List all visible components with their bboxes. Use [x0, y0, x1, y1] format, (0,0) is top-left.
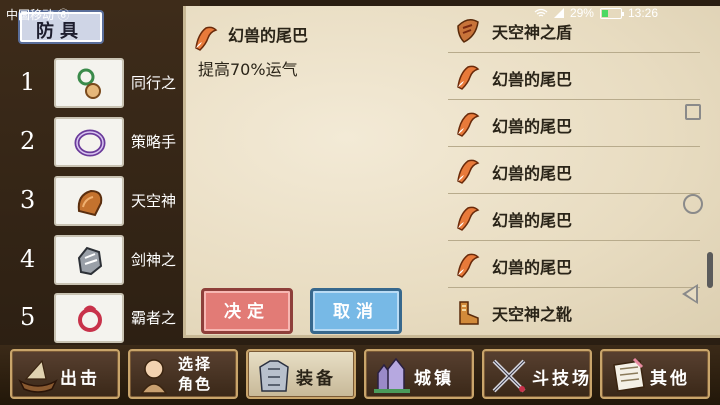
list-item-label: 幻兽的尾巴 [492, 211, 573, 230]
bracelet-icon [74, 129, 106, 157]
recent-apps-icon[interactable] [685, 104, 701, 120]
fox-tail-icon [195, 26, 218, 51]
armor-slot-5[interactable]: 5 霸者之 [0, 291, 200, 345]
slot-item-name: 策略手 [131, 133, 177, 151]
ship-icon [18, 359, 58, 393]
armor-slot-4[interactable]: 4 剑神之 [0, 233, 200, 287]
town-button[interactable]: 城镇 [364, 349, 474, 399]
list-item[interactable]: 天空神之靴 [448, 288, 700, 335]
item-selection-dialog: 幻兽的尾巴 提高70%运气 决定 取消 天空神之盾 幻兽的尾巴 幻兽的尾巴 幻兽… [183, 6, 720, 338]
select-character-button[interactable]: 选择 角色 [128, 349, 238, 399]
list-scrollbar[interactable] [707, 252, 713, 288]
system-nav-bar [668, 26, 720, 346]
signal-icon [553, 8, 564, 18]
list-item-label: 幻兽的尾巴 [492, 164, 573, 183]
status-indicators: 29% 13:26 [534, 6, 658, 20]
list-item[interactable]: 幻兽的尾巴 [448, 147, 700, 194]
list-item[interactable]: 幻兽的尾巴 [448, 100, 700, 147]
crossed-swords-icon [492, 359, 526, 393]
castle-icon [374, 357, 410, 393]
other-button[interactable]: 其他 [600, 349, 710, 399]
menu-label: 装备 [296, 369, 336, 389]
back-icon[interactable] [682, 284, 698, 304]
menu-label: 斗技场 [532, 369, 592, 389]
menu-label: 选择 角色 [178, 355, 213, 393]
amulet-icon [77, 68, 101, 99]
battery-percent: 29% [569, 6, 594, 20]
carrier-label: 中国移动 ⑥ [6, 8, 70, 22]
clock: 13:26 [627, 6, 658, 20]
slot-icon-box [54, 176, 124, 226]
slot-number: 5 [20, 303, 36, 331]
cancel-button[interactable]: 取消 [310, 288, 402, 334]
ring-icon [78, 305, 102, 332]
slot-item-name: 剑神之 [131, 251, 177, 269]
list-item-label: 幻兽的尾巴 [492, 117, 573, 136]
slot-number: 3 [20, 186, 36, 214]
gauntlet-icon [77, 246, 103, 276]
battery-icon [599, 7, 624, 19]
slot-icon-box [54, 293, 124, 343]
armor-slot-1[interactable]: 1 同行之 [0, 56, 200, 110]
home-icon[interactable] [683, 194, 703, 214]
list-item[interactable]: 幻兽的尾巴 [448, 53, 700, 100]
fox-tail-icon [457, 253, 480, 278]
slot-number: 4 [20, 245, 36, 273]
menu-label: 城镇 [414, 369, 454, 389]
slot-item-name: 同行之 [131, 74, 177, 92]
scroll-icon [613, 357, 645, 392]
slot-icon-box [54, 235, 124, 285]
list-item-label: 幻兽的尾巴 [492, 258, 573, 277]
slot-icon-box [54, 58, 124, 108]
bottom-menu: 出击 选择 角色 装备 城镇 斗技场 其他 [0, 345, 720, 405]
status-bar: 中国移动 ⑥ 29% 13:26 [0, 0, 720, 26]
equipment-button[interactable]: 装备 [246, 349, 356, 399]
menu-label: 出击 [60, 369, 100, 389]
armor-icon [259, 360, 289, 392]
list-item-label: 幻兽的尾巴 [492, 70, 573, 89]
slot-item-name: 霸者之 [131, 309, 177, 327]
list-item[interactable]: 幻兽的尾巴 [448, 194, 700, 241]
selected-item-description: 提高70%运气 [198, 60, 298, 79]
character-icon [140, 359, 168, 394]
arena-button[interactable]: 斗技场 [482, 349, 592, 399]
armor-slot-3[interactable]: 3 天空神 [0, 174, 200, 228]
slot-icon-box [54, 117, 124, 167]
fox-tail-icon [457, 206, 480, 231]
wifi-icon [534, 8, 548, 17]
slot-item-name: 天空神 [131, 192, 177, 210]
menu-label: 其他 [650, 369, 690, 389]
list-item[interactable]: 幻兽的尾巴 [448, 241, 700, 288]
fox-tail-icon [457, 112, 480, 137]
armor-slot-panel: 防具 1 同行之 2 策略手 3 天空神 4 剑神之 5 霸者之 [0, 0, 200, 345]
sortie-button[interactable]: 出击 [10, 349, 120, 399]
list-item-label: 天空神之靴 [492, 305, 573, 324]
slot-number: 2 [20, 127, 36, 155]
fox-tail-icon [457, 65, 480, 90]
slot-number: 1 [20, 68, 36, 96]
confirm-button[interactable]: 决定 [201, 288, 293, 334]
fox-tail-icon [457, 159, 480, 184]
boots-icon [459, 301, 479, 325]
armor-slot-2[interactable]: 2 策略手 [0, 115, 200, 169]
shoulder-armor-icon [77, 189, 103, 217]
